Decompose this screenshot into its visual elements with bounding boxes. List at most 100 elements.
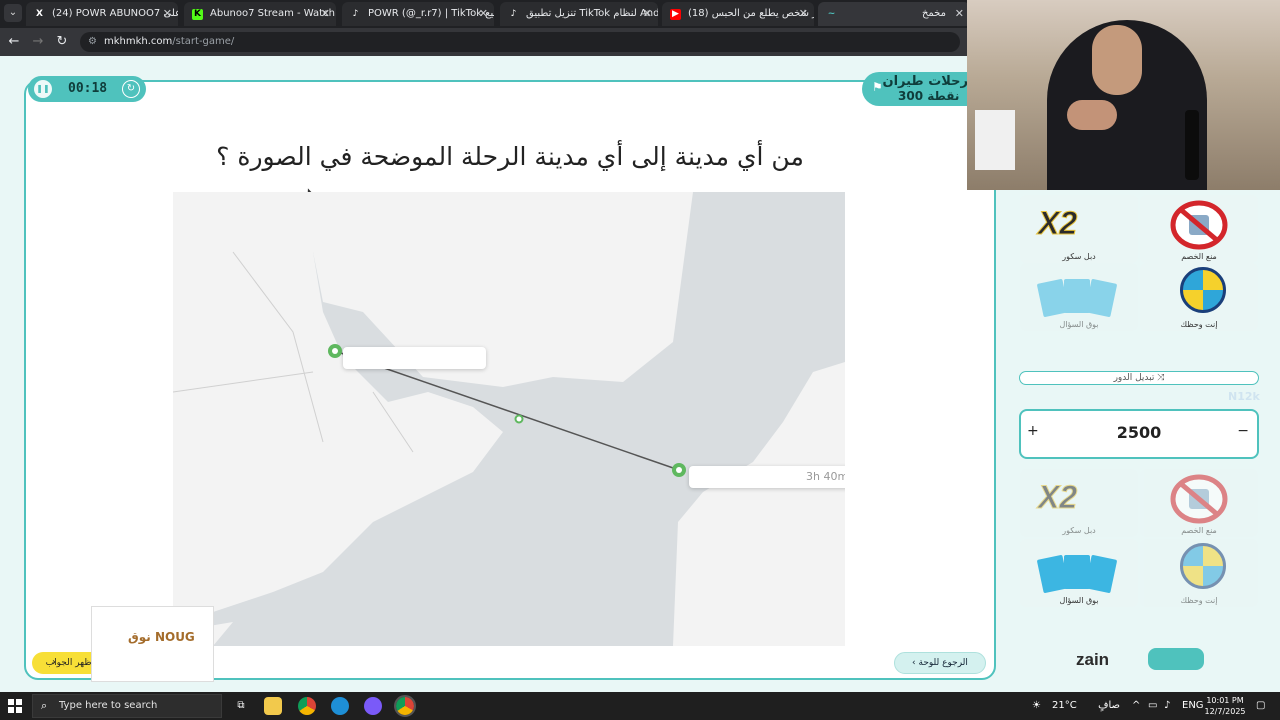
back-to-board-button[interactable]: الرجوع للوحة › (894, 652, 986, 674)
team-name: N12k (1228, 390, 1260, 403)
browser-tab[interactable]: X (24) POWR ABUNOO7 على X: " ✕ (26, 2, 178, 26)
webcam-background-object (975, 110, 1015, 170)
tool-luck-wheel[interactable]: إنت وحظك (1140, 539, 1258, 607)
wheel-icon (1180, 267, 1226, 313)
swap-icon: ⤨ (1157, 373, 1165, 383)
kick-logo-icon: K (192, 9, 203, 20)
tool-question-horn[interactable]: بوق السؤال (1020, 263, 1138, 331)
tab-title: POWR (@_r.r7) | TikTok أبو سبيع (368, 8, 494, 19)
close-icon[interactable]: ✕ (643, 2, 652, 26)
tab-search-icon[interactable]: ⌄ (4, 4, 22, 22)
site-info-icon[interactable]: ⚙ (88, 32, 97, 52)
map-graphic (173, 192, 845, 646)
taskbar-clock[interactable]: 10:01 PM 12/7/2025 (1200, 695, 1250, 717)
tab-title: (24) POWR ABUNOO7 على X: " (52, 8, 178, 19)
close-icon[interactable]: ✕ (163, 2, 172, 26)
tool-double-score[interactable]: X2 دبل سكور (1020, 469, 1138, 537)
tray-chevron-icon[interactable]: ^ (1132, 692, 1140, 720)
search-icon: ⌕ (41, 699, 48, 712)
destination-label: 3h 40m (689, 466, 845, 488)
streamer-face (1092, 25, 1142, 95)
weather-temp: 21°C (1052, 700, 1077, 711)
browser-tab[interactable]: ▶ (18) اخر شخص يطلع من الحبس || ✕ (662, 2, 814, 26)
chrome-icon[interactable] (298, 697, 316, 715)
tool-label: بوق السؤال (1059, 320, 1099, 329)
tab-title: تنزيل تطبيق TikTok لنظام Android (526, 8, 658, 19)
close-icon[interactable]: ✕ (955, 2, 964, 26)
network-icon[interactable]: ▭ (1148, 692, 1157, 720)
volume-icon[interactable]: ♪ (1164, 692, 1170, 720)
brand-tile: نوق NOUG (91, 606, 214, 682)
weather-icon[interactable]: ☀ (1032, 692, 1041, 720)
close-icon[interactable]: ✕ (479, 2, 488, 26)
chevron-left-icon: ‹ (52, 657, 56, 668)
score-value: 2500 (1116, 423, 1162, 442)
notification-icon[interactable]: ▢ (1256, 692, 1265, 720)
decrease-score-button[interactable]: − (1237, 423, 1249, 439)
close-icon[interactable]: ✕ (321, 2, 330, 26)
tool-label: منع الخصم (1181, 526, 1217, 535)
streamer-hand (1067, 100, 1117, 130)
score-stepper: + 2500 − (1019, 409, 1259, 459)
timer-value: 00:18 (68, 81, 108, 96)
wheel-icon (1180, 543, 1226, 589)
site-logo-icon: ~ (827, 9, 836, 19)
youtube-logo-icon: ▶ (670, 9, 681, 20)
microphone-icon (1185, 110, 1199, 180)
browser-tab[interactable]: K Abunoo7 Stream - Watch Live o ✕ (184, 2, 336, 26)
category-points: 300 نقطة (898, 89, 960, 103)
tab-title: مخمخ (921, 8, 946, 19)
task-view-icon[interactable]: ⧉ (232, 697, 250, 715)
back-to-board-label: الرجوع للوحة (918, 658, 968, 668)
origin-pin-icon (328, 344, 342, 358)
route-midpoint (514, 414, 524, 424)
tool-label: منع الخصم (1181, 252, 1217, 261)
noug-logo: نوق NOUG (128, 630, 195, 644)
flag-icon: ⚑ (872, 80, 883, 94)
origin-label (343, 347, 486, 369)
weather-text: صافٍ غالبًا (1098, 700, 1120, 711)
edge-icon[interactable] (331, 697, 349, 715)
tab-title: (18) اخر شخص يطلع من الحبس || (688, 8, 814, 19)
category-name: رحلات طيران (882, 74, 968, 89)
reload-icon[interactable]: ↻ (54, 34, 70, 50)
tool-label: دبل سكور (1062, 252, 1096, 261)
tool-label: بوق السؤال (1059, 596, 1099, 605)
url-field[interactable]: ⚙ mkhmkh.com/start-game/ (80, 32, 960, 52)
file-explorer-icon[interactable] (264, 697, 282, 715)
windows-start-icon[interactable] (8, 699, 22, 713)
clock-date: 12/7/2025 (1204, 707, 1246, 716)
tool-label: إنت وحظك (1180, 320, 1218, 329)
browser-tab[interactable]: ♪ POWR (@_r.r7) | TikTok أبو سبيع ✕ (342, 2, 494, 26)
browser-tab-active[interactable]: ~ مخمخ ✕ (818, 2, 970, 26)
clock-time: 10:01 PM (1206, 696, 1244, 705)
sponsor-logos: zain (1076, 644, 1208, 674)
browser-tab[interactable]: ♪ تنزيل تطبيق TikTok لنظام Android ✕ (500, 2, 658, 26)
swap-turn-button[interactable]: ⤨ تبديل الدور (1019, 371, 1259, 385)
tool-luck-wheel[interactable]: إنت وحظك (1140, 263, 1258, 331)
close-icon[interactable]: ✕ (799, 2, 808, 26)
tab-title: Abunoo7 Stream - Watch Live o (210, 8, 336, 19)
forward-arrow-icon[interactable]: → (30, 34, 46, 50)
webcam-overlay (967, 0, 1280, 190)
pause-icon[interactable]: ❚❚ (34, 80, 52, 98)
url-path: /start-game/ (172, 36, 235, 47)
x-logo-icon: X (36, 9, 43, 19)
question-text: من أي مدينة إلى أي مدينة الرحلة الموضحة … (216, 142, 804, 171)
taskbar-search[interactable]: ⌕ Type here to search (32, 694, 222, 718)
timer-pill: ❚❚ 00:18 ↻ (28, 76, 146, 102)
x2-icon: X2 (1037, 205, 1078, 242)
tool-double-score[interactable]: X2 دبل سكور (1020, 195, 1138, 263)
tool-block-opponent[interactable]: منع الخصم (1140, 195, 1258, 263)
tool-block-opponent[interactable]: منع الخصم (1140, 469, 1258, 537)
tiktok-logo-icon: ♪ (352, 9, 359, 19)
reset-timer-icon[interactable]: ↻ (122, 80, 140, 98)
windows-taskbar: ⌕ Type here to search ⧉ ☀ 21°C صافٍ غالب… (0, 692, 1280, 720)
cards-icon (1037, 279, 1117, 317)
tool-question-horn[interactable]: بوق السؤال (1020, 539, 1138, 607)
back-arrow-icon[interactable]: ← (6, 34, 22, 50)
tiktok-logo-icon: ♪ (510, 9, 517, 19)
chrome-active-icon[interactable] (394, 695, 416, 717)
x2-icon: X2 (1037, 479, 1078, 516)
discord-icon[interactable] (364, 697, 382, 715)
